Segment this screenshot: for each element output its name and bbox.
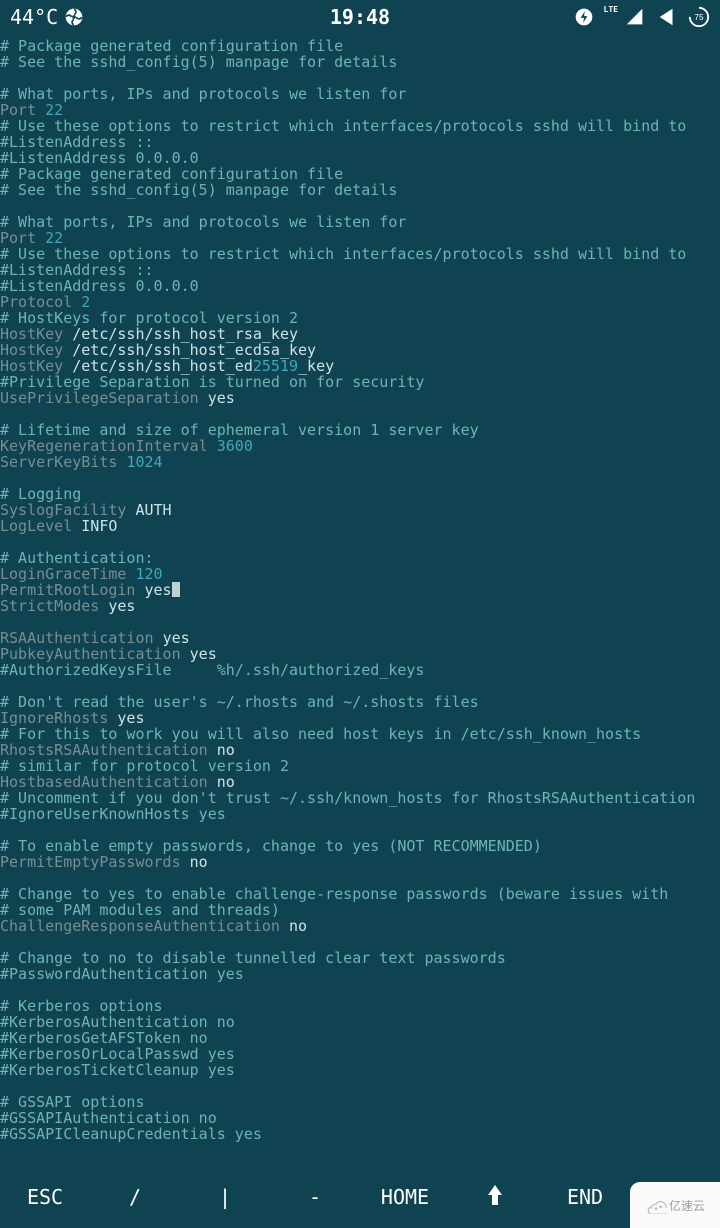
code-line <box>0 934 720 950</box>
code-line: LoginGraceTime 120 <box>0 566 720 582</box>
code-line: #ListenAddress :: <box>0 134 720 150</box>
code-line: LogLevel INFO <box>0 518 720 534</box>
code-line: #GSSAPICleanupCredentials yes <box>0 1126 720 1142</box>
code-line: # Change to yes to enable challenge-resp… <box>0 886 720 902</box>
code-line: HostKey /etc/ssh/ssh_host_ecdsa_key <box>0 342 720 358</box>
signal-icon <box>624 6 646 28</box>
code-line: # Kerberos options <box>0 998 720 1014</box>
svg-text:75: 75 <box>694 13 704 22</box>
code-line: #KerberosGetAFSToken no <box>0 1030 720 1046</box>
code-line: # Use these options to restrict which in… <box>0 118 720 134</box>
code-line: # For this to work you will also need ho… <box>0 726 720 742</box>
code-line: Port 22 <box>0 230 720 246</box>
code-line: Port 22 <box>0 102 720 118</box>
home-key[interactable]: HOME <box>360 1185 450 1209</box>
code-line: #Privilege Separation is turned on for s… <box>0 374 720 390</box>
code-line: UsePrivilegeSeparation yes <box>0 390 720 406</box>
code-line: #ListenAddress 0.0.0.0 <box>0 150 720 166</box>
code-line: #PasswordAuthentication yes <box>0 966 720 982</box>
code-line: PermitEmptyPasswords no <box>0 854 720 870</box>
editor-area[interactable]: # Package generated configuration file# … <box>0 34 720 1142</box>
battery-icon: 75 <box>688 6 710 28</box>
fan-icon <box>64 7 84 27</box>
code-line: ServerKeyBits 1024 <box>0 454 720 470</box>
code-line: # What ports, IPs and protocols we liste… <box>0 86 720 102</box>
code-line <box>0 822 720 838</box>
code-line: # similar for protocol version 2 <box>0 758 720 774</box>
code-line: HostKey /etc/ssh/ssh_host_rsa_key <box>0 326 720 342</box>
code-line <box>0 470 720 486</box>
code-line <box>0 678 720 694</box>
code-line: # Package generated configuration file <box>0 38 720 54</box>
code-line: PermitRootLogin yes <box>0 582 720 598</box>
cpu-temp: 44°C <box>10 5 58 29</box>
code-line: RhostsRSAAuthentication no <box>0 742 720 758</box>
code-line: ChallengeResponseAuthentication no <box>0 918 720 934</box>
esc-key[interactable]: ESC <box>0 1185 90 1209</box>
code-line: # To enable empty passwords, change to y… <box>0 838 720 854</box>
code-line: # Lifetime and size of ephemeral version… <box>0 422 720 438</box>
code-line <box>0 870 720 886</box>
code-line: #ListenAddress :: <box>0 262 720 278</box>
code-line: SyslogFacility AUTH <box>0 502 720 518</box>
slash-key[interactable]: / <box>90 1185 180 1209</box>
code-line: # Authentication: <box>0 550 720 566</box>
code-line <box>0 198 720 214</box>
nav-back-icon <box>656 6 678 28</box>
code-line: # See the sshd_config(5) manpage for det… <box>0 182 720 198</box>
end-key[interactable]: END <box>540 1185 630 1209</box>
code-line: IgnoreRhosts yes <box>0 710 720 726</box>
code-line: #KerberosOrLocalPasswd yes <box>0 1046 720 1062</box>
code-line: KeyRegenerationInterval 3600 <box>0 438 720 454</box>
code-line: HostKey /etc/ssh/ssh_host_ed25519_key <box>0 358 720 374</box>
code-line <box>0 534 720 550</box>
code-line: #GSSAPIAuthentication no <box>0 1110 720 1126</box>
code-line <box>0 982 720 998</box>
code-line: # Change to no to disable tunnelled clea… <box>0 950 720 966</box>
up-key[interactable] <box>450 1183 540 1212</box>
code-line: # Don't read the user's ~/.rhosts and ~/… <box>0 694 720 710</box>
code-line: StrictModes yes <box>0 598 720 614</box>
code-line: #KerberosAuthentication no <box>0 1014 720 1030</box>
code-line: # Logging <box>0 486 720 502</box>
code-line: # GSSAPI options <box>0 1094 720 1110</box>
code-line <box>0 614 720 630</box>
code-line <box>0 70 720 86</box>
status-time: 19:48 <box>190 5 530 29</box>
code-line <box>0 1078 720 1094</box>
code-line: # Uncomment if you don't trust ~/.ssh/kn… <box>0 790 720 806</box>
pipe-key[interactable]: | <box>180 1185 270 1209</box>
code-line: Protocol 2 <box>0 294 720 310</box>
watermark: 亿速云 <box>630 1182 720 1228</box>
dash-key[interactable]: - <box>270 1185 360 1209</box>
code-line: #ListenAddress 0.0.0.0 <box>0 278 720 294</box>
code-line: HostbasedAuthentication no <box>0 774 720 790</box>
code-line: #IgnoreUserKnownHosts yes <box>0 806 720 822</box>
code-line: # HostKeys for protocol version 2 <box>0 310 720 326</box>
code-line: # some PAM modules and threads) <box>0 902 720 918</box>
code-line: RSAAuthentication yes <box>0 630 720 646</box>
lte-indicator: LTE <box>604 5 618 14</box>
code-line: # What ports, IPs and protocols we liste… <box>0 214 720 230</box>
code-line: # Use these options to restrict which in… <box>0 246 720 262</box>
code-line: #KerberosTicketCleanup yes <box>0 1062 720 1078</box>
status-bar: 44°C 19:48 LTE 75 <box>0 0 720 34</box>
bolt-icon <box>574 7 594 27</box>
code-line <box>0 406 720 422</box>
code-line: PubkeyAuthentication yes <box>0 646 720 662</box>
code-line: # Package generated configuration file <box>0 166 720 182</box>
code-line: #AuthorizedKeysFile %h/.ssh/authorized_k… <box>0 662 720 678</box>
key-toolbar: ESC / | - HOME END PGUP <box>0 1166 720 1228</box>
code-line: # See the sshd_config(5) manpage for det… <box>0 54 720 70</box>
